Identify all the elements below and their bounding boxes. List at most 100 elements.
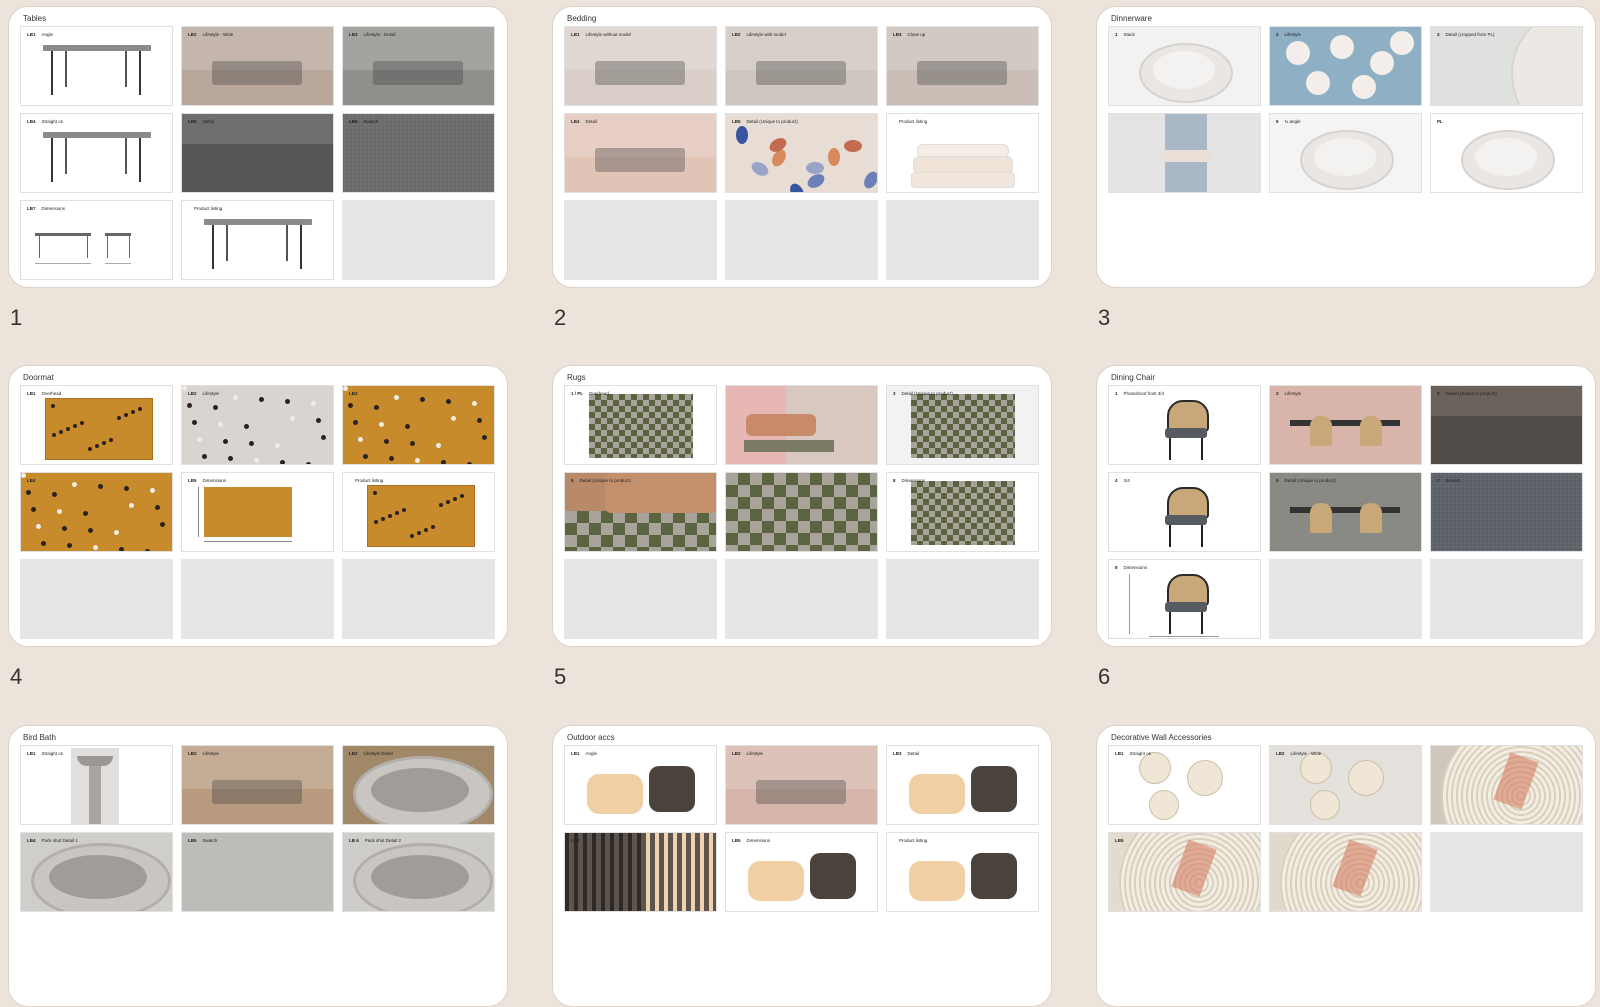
image-label: LB5 [1115,838,1130,843]
image-code: LB2 [732,32,741,37]
image-thumbnail: LB5 Dimensions [181,472,334,552]
rib [655,833,659,911]
table [1290,420,1400,426]
chair [1360,416,1382,446]
mat-spot [410,534,414,538]
image-caption: Lifestyle Detail [363,751,393,756]
image-label: Product listing [893,119,927,124]
image-thumbnail: 1 / PL Overhead [564,385,717,465]
rib [619,833,623,911]
rib [601,833,605,911]
table-leg [51,51,53,95]
pot-dark [649,766,695,812]
checker-rug [726,473,877,551]
image-caption: Detail [585,119,598,124]
dimension-line [105,263,131,264]
chair-seat [1165,515,1207,525]
image-thumbnail: LB4 Straight on [20,113,173,193]
image-label: 3 Detail (cropped from PL) [1437,32,1495,37]
image-thumbnail: Product listing [886,113,1039,193]
image-code: LB2 [188,32,197,37]
image-thumbnail: 8 Dimensions [1108,559,1261,639]
slide-thumbnail[interactable]: Bedding LB1 Lifestyle without model LB2 Life… [552,6,1052,288]
slide-number: 4 [10,664,23,689]
image-code: LB2 [188,391,197,396]
mat-spot [410,441,415,446]
duvet [911,172,1015,188]
image-caption: Product listing [194,206,223,211]
slide-thumbnail[interactable]: Dinnerware 1 Stack 2 Lifestyle 3 Detail (cropp… [1096,6,1596,288]
basin [77,756,113,766]
image-code: LB2 [732,751,741,756]
rib [592,833,596,911]
furniture [917,61,1007,85]
image-caption: Straight on [41,119,64,124]
bowl [1159,150,1213,162]
empty-placeholder [181,559,334,639]
checker-rug [911,481,1015,545]
table-leg [125,138,127,174]
slide-thumbnail[interactable]: Doormat LB1 Overhead LB2 Lifestyle LB3 LB4 LB5 D… [8,365,508,647]
image-code: LB4 [27,478,36,483]
image-code: LB5 [188,478,197,483]
plate [1390,31,1414,55]
mat-spot [66,427,70,431]
mat-spot [460,494,464,498]
swatch-texture [343,114,494,192]
mat-spot [374,520,378,524]
image-label: LB4 Straight on [27,119,63,124]
empty-placeholder [725,559,878,639]
table-leg [65,51,67,87]
slide-thumbnail[interactable]: Outdoor accs LB1 Angle LB2 Lifestyle LB3 Detai… [552,725,1052,1007]
image-label: 5 Detail (Unique to product) [1276,478,1336,483]
mat-spot [467,462,472,464]
image-code: 1 [1115,32,1118,37]
table-leg [87,236,88,258]
slide-thumbnail[interactable]: Bird Bath LB1 Straight on LB2 Lifestyle LB3 Li… [8,725,508,1007]
image-code: LB1 [571,751,580,756]
chair-seat [1165,428,1207,438]
image-thumbnail: PL [1430,113,1583,193]
image-thumbnail: LB1 Straight on [1108,745,1261,825]
image-code: LB3 [893,751,902,756]
image-thumbnail: LB4 Pack shot Detail 1 [20,832,173,912]
slide-number: 6 [1098,664,1111,689]
image-label: 8 Dimensions [1115,565,1147,570]
chair-leg [1201,612,1203,634]
rib [574,833,578,911]
image-caption: Photoshoot front 3/4 [1123,391,1165,396]
mat-spot [57,509,62,514]
pattern-dot [844,140,862,152]
pot-dark [971,853,1017,899]
image-thumbnail: 1 Stack [1108,26,1261,106]
table-leg [139,138,141,182]
image-label: LB1 Angle [571,751,597,756]
image-code: LB5 [188,119,197,124]
image-label: 5 Detail (Unique to product) [571,478,631,483]
image-caption: Straight on [41,751,64,756]
slide-number: 1 [10,305,23,330]
sofa [746,414,816,436]
empty-placeholder [1269,559,1422,639]
image-thumbnail [725,385,878,465]
image-caption: Dimensions [202,478,227,483]
image-caption: Swatch [1445,478,1461,483]
pattern-dot [861,169,877,191]
slide-thumbnail[interactable]: Decorative Wall Accessories LB1 Straight o… [1096,725,1596,1007]
image-code: LB5 [732,838,741,843]
slide-thumbnail[interactable]: Rugs 1 / PL Overhead 3 Detail (Unique to pro… [552,365,1052,647]
table-leg [286,225,288,261]
mat-spot [228,456,233,461]
table-leg [226,225,228,261]
image-code: LB3 [893,32,902,37]
image-code: 2 [1276,391,1279,396]
slide-thumbnail[interactable]: Dining Chair 1 Photoshoot front 3/4 2 Lifest… [1096,365,1596,647]
image-label: LB4 Detail [571,119,597,124]
image-caption: Dimensions [1123,565,1148,570]
slide-thumbnail[interactable]: Tables LB1 Angle LB2 Lifestyle - Wide LB3 Life… [8,6,508,288]
mat-spot [363,454,368,459]
image-label: LB5 Dimensions [188,478,226,483]
mat-spot [439,503,443,507]
mat-spot [73,424,77,428]
image-thumbnail: Product listing [342,472,495,552]
